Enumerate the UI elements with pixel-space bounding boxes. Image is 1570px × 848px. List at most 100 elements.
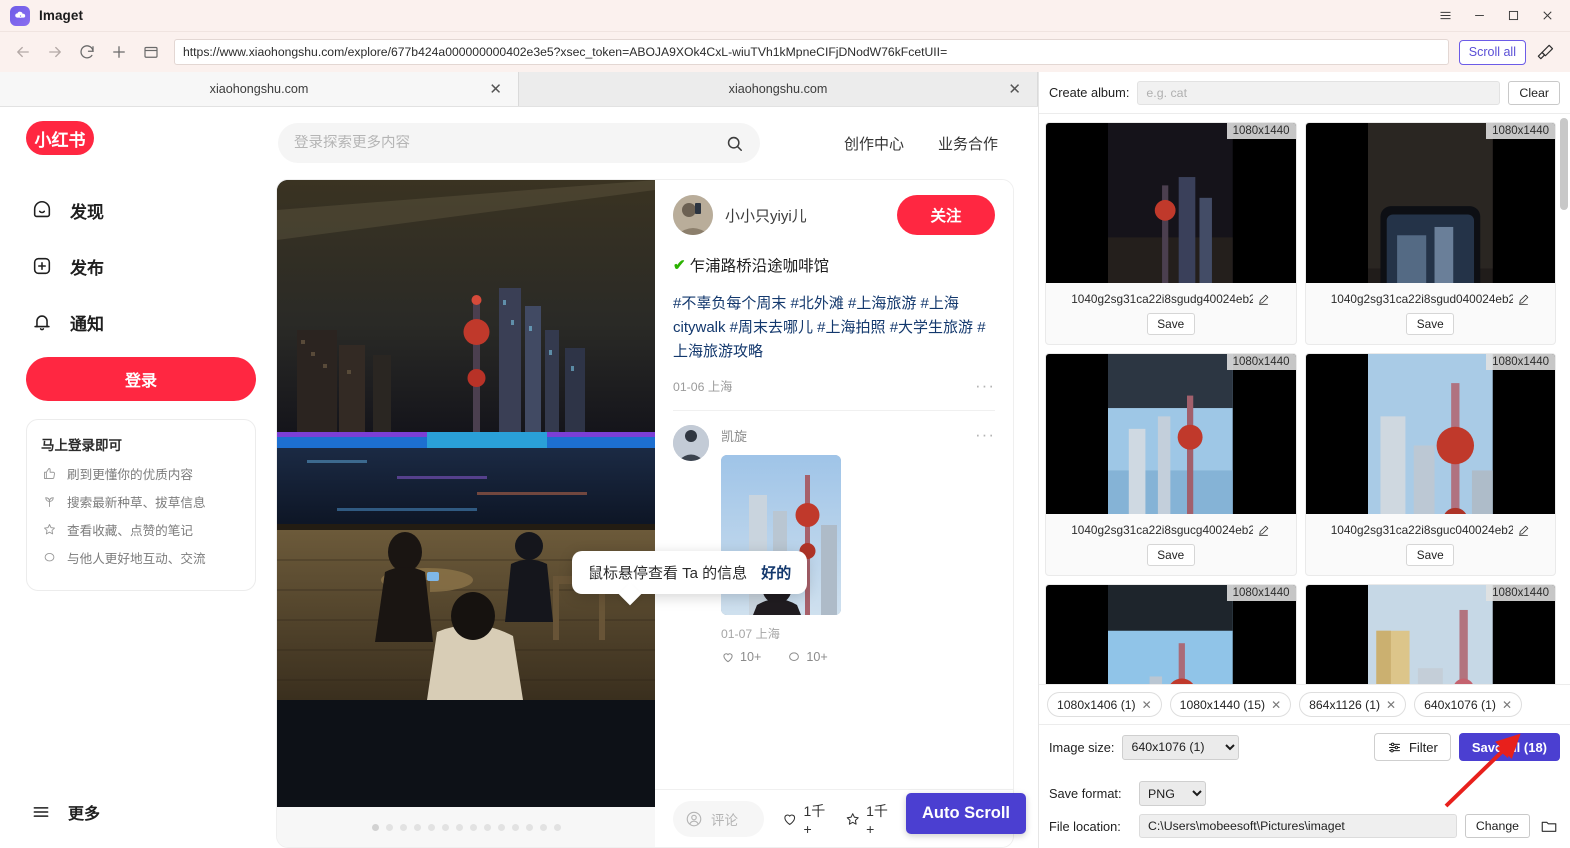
login-button[interactable]: 登录 <box>26 357 256 401</box>
carousel-dot[interactable] <box>525 823 533 831</box>
image-result-card[interactable]: 1080x1440 <box>1045 584 1297 684</box>
sidebar-item-notify[interactable]: 通知 <box>12 301 270 343</box>
ellipsis-icon[interactable]: ··· <box>975 425 995 445</box>
brush-icon[interactable] <box>1528 37 1562 67</box>
carousel-dot[interactable] <box>469 823 477 831</box>
image-result-card[interactable]: 1080x1440 1040g2sg31ca22i8sguc040024eb2an… <box>1304 353 1556 576</box>
back-arrow-icon[interactable] <box>8 37 38 67</box>
image-size-select[interactable]: 1080x1406 (1)1080x1440 (15)864x1126 (1)6… <box>1122 734 1240 760</box>
carousel-dot[interactable] <box>539 823 547 831</box>
comment-input-pill[interactable]: 评论 <box>673 800 764 837</box>
save-image-button[interactable]: Save <box>1406 544 1455 566</box>
carousel-dot[interactable] <box>455 823 463 831</box>
save-image-button[interactable]: Save <box>1146 544 1195 566</box>
note-title-row: ✔ 乍浦路桥沿途咖啡馆 <box>673 254 995 276</box>
browser-window-icon[interactable] <box>136 37 166 67</box>
save-image-button[interactable]: Save <box>1146 313 1195 335</box>
pencil-icon[interactable] <box>1517 293 1530 306</box>
plus-icon[interactable] <box>104 37 134 67</box>
save-image-button[interactable]: Save <box>1406 313 1455 335</box>
tooltip-ok-button[interactable]: 好的 <box>761 562 791 583</box>
image-result-card[interactable]: 1080x1440 1040g2sg31ca22i8sgucg40024eb2an… <box>1045 353 1297 576</box>
hamburger-icon[interactable] <box>1428 1 1462 31</box>
forward-arrow-icon[interactable] <box>40 37 70 67</box>
carousel-dot[interactable] <box>497 823 505 831</box>
search-bar[interactable] <box>278 123 760 163</box>
avatar[interactable] <box>673 195 713 235</box>
save-all-button[interactable]: Save all (18) <box>1458 733 1560 761</box>
carousel-dot[interactable] <box>399 823 407 831</box>
clear-button[interactable]: Clear <box>1508 80 1560 105</box>
sidebar-item-publish[interactable]: 发布 <box>12 245 270 287</box>
note-date-location: 01-06 上海 <box>673 380 733 394</box>
image-thumbnail[interactable]: 1080x1440 <box>1046 123 1296 283</box>
size-filter-chip[interactable]: 864x1126 (1) ✕ <box>1299 692 1407 717</box>
comment-author[interactable]: 凯旋 <box>721 426 747 445</box>
x-icon[interactable]: ✕ <box>1271 698 1281 712</box>
avatar[interactable] <box>673 425 709 461</box>
link-creator-center[interactable]: 创作中心 <box>844 133 904 154</box>
minimize-icon[interactable] <box>1462 1 1496 31</box>
like-stat[interactable]: 1千+ <box>782 801 827 837</box>
size-filter-chip[interactable]: 640x1076 (1) ✕ <box>1414 692 1522 717</box>
file-location-input[interactable] <box>1139 814 1457 838</box>
search-icon[interactable] <box>725 134 744 153</box>
carousel-dot[interactable] <box>553 823 561 831</box>
url-bar[interactable]: https://www.xiaohongshu.com/explore/677b… <box>174 39 1449 65</box>
comment-like[interactable]: 10+ <box>721 650 761 664</box>
note-author-name[interactable]: 小小只yiyi儿 <box>725 205 885 226</box>
size-filter-chip[interactable]: 1080x1440 (15) ✕ <box>1169 692 1292 717</box>
xhs-logo[interactable]: 小红书 <box>26 121 94 155</box>
browser-tab-2[interactable]: xiaohongshu.com ✕ <box>519 72 1038 106</box>
folder-icon[interactable] <box>1538 817 1560 835</box>
x-icon[interactable]: ✕ <box>1386 698 1396 712</box>
image-result-card[interactable]: 1080x1440 1040g2sg31ca22i8sgudg40024eb2an… <box>1045 122 1297 345</box>
pencil-icon[interactable] <box>1257 524 1270 537</box>
carousel-dot[interactable] <box>371 823 379 831</box>
image-thumbnail[interactable]: 1080x1440 <box>1305 123 1555 283</box>
scroll-all-button[interactable]: Scroll all <box>1458 39 1526 65</box>
image-result-card[interactable]: 1080x1440 <box>1304 584 1556 684</box>
carousel-dot[interactable] <box>427 823 435 831</box>
carousel-dot[interactable] <box>483 823 491 831</box>
browser-tab-1[interactable]: xiaohongshu.com ✕ <box>0 72 519 106</box>
close-icon[interactable] <box>1530 1 1564 31</box>
search-input[interactable] <box>294 135 725 151</box>
carousel-dot[interactable] <box>413 823 421 831</box>
x-icon[interactable]: ✕ <box>1502 698 1512 712</box>
filter-button[interactable]: Filter <box>1373 733 1451 761</box>
pencil-icon[interactable] <box>1257 293 1270 306</box>
note-hashtags[interactable]: #不辜负每个周末 #北外滩 #上海旅游 #上海citywalk #周末去哪儿 #… <box>673 292 995 364</box>
auto-scroll-button[interactable]: Auto Scroll <box>905 793 1026 834</box>
pencil-icon[interactable] <box>1517 524 1530 537</box>
favorite-stat[interactable]: 1千+ <box>845 801 890 837</box>
create-album-input[interactable] <box>1137 80 1501 105</box>
grid-scrollbar[interactable] <box>1560 118 1568 210</box>
tab-close-icon[interactable]: ✕ <box>1008 82 1021 97</box>
image-thumbnail[interactable]: 1080x1440 <box>1046 585 1296 684</box>
image-result-card[interactable]: 1080x1440 1040g2sg31ca22i8sgud040024eb2an… <box>1304 122 1556 345</box>
x-icon[interactable]: ✕ <box>1142 698 1152 712</box>
carousel-dot[interactable] <box>385 823 393 831</box>
note-main-image[interactable] <box>277 180 655 807</box>
chat-icon <box>41 550 57 566</box>
image-thumbnail[interactable]: 1080x1440 <box>1046 354 1296 514</box>
reload-icon[interactable] <box>72 37 102 67</box>
tab-close-icon[interactable]: ✕ <box>489 82 502 97</box>
maximize-icon[interactable] <box>1496 1 1530 31</box>
sidebar-item-discover[interactable]: 发现 <box>12 189 270 231</box>
header-links: 创作中心 业务合作 <box>844 133 998 154</box>
sidebar-item-more[interactable]: 更多 <box>30 800 100 824</box>
comment-reply[interactable]: 10+ <box>787 650 828 664</box>
size-filter-chip[interactable]: 1080x1406 (1) ✕ <box>1047 692 1162 717</box>
carousel-dot[interactable] <box>441 823 449 831</box>
image-thumbnail[interactable]: 1080x1440 <box>1305 354 1555 514</box>
follow-button[interactable]: 关注 <box>897 195 995 235</box>
carousel-dots[interactable] <box>277 807 655 847</box>
change-folder-button[interactable]: Change <box>1464 814 1530 838</box>
save-format-select[interactable]: PNGJPGWEBP <box>1139 781 1206 806</box>
carousel-dot[interactable] <box>511 823 519 831</box>
image-thumbnail[interactable]: 1080x1440 <box>1305 585 1555 684</box>
ellipsis-icon[interactable]: ··· <box>975 376 995 396</box>
link-business[interactable]: 业务合作 <box>938 133 998 154</box>
